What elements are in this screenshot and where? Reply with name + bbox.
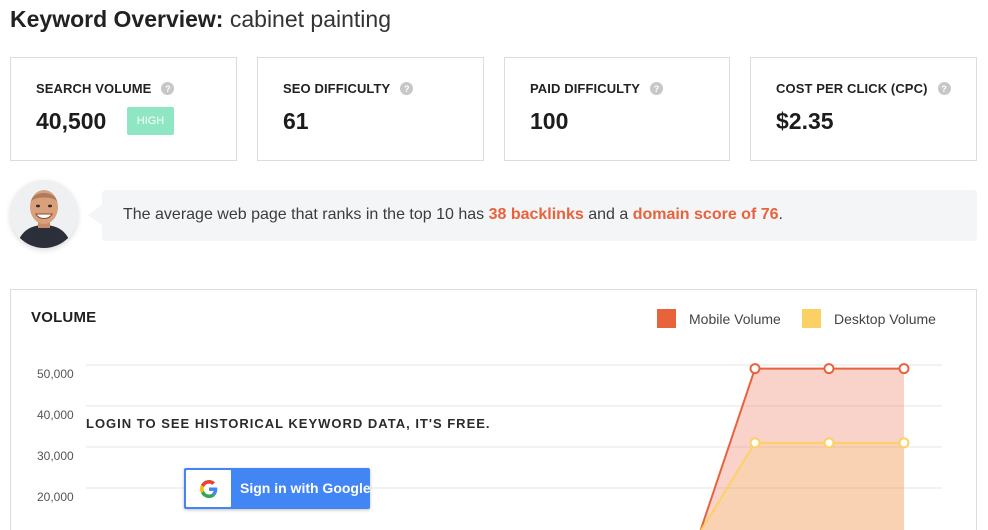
data-point [898,437,910,449]
data-point [823,363,835,375]
data-point [898,363,910,375]
y-tick-label: 20,000 [37,490,74,504]
data-point [749,437,761,449]
data-point [749,363,761,375]
login-message: LOGIN TO SEE HISTORICAL KEYWORD DATA, IT… [86,416,491,431]
y-tick-label: 30,000 [37,449,74,463]
data-point [823,437,835,449]
volume-chart: 50,000 40,000 30,000 20,000 [37,363,942,530]
google-signin-label: Sign in with Google [240,480,371,496]
y-tick-label: 50,000 [37,367,74,381]
google-g-icon [186,470,231,507]
y-tick-label: 40,000 [37,408,74,422]
google-signin-button[interactable]: Sign in with Google [184,468,371,509]
